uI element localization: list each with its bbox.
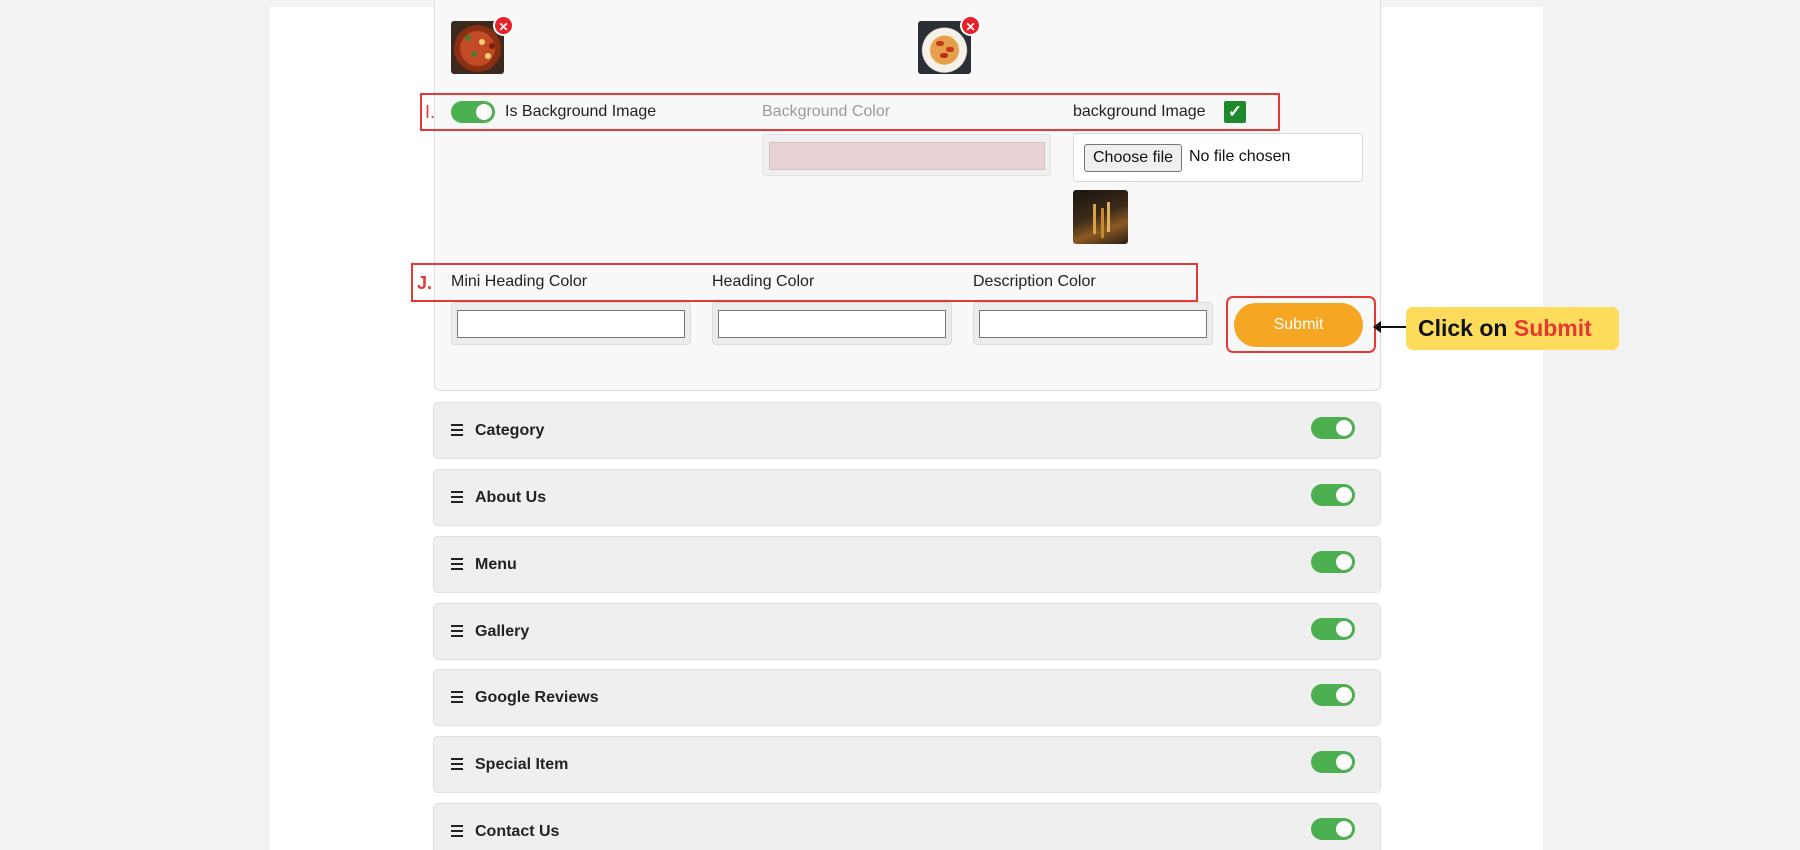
annotation-marker-j: J. (417, 273, 433, 293)
remove-image-icon[interactable]: ✕ (493, 15, 514, 36)
section-toggle[interactable] (1311, 818, 1355, 840)
section-title: About Us (475, 489, 547, 506)
drag-handle-icon[interactable] (451, 423, 464, 437)
description-color-label: Description Color (973, 273, 1096, 290)
choose-file-button[interactable]: Choose file (1084, 144, 1183, 172)
section-toggle[interactable] (1311, 484, 1355, 506)
is-background-image-toggle[interactable] (451, 101, 495, 123)
callout-target: Submit (1513, 315, 1592, 341)
section-toggle[interactable] (1311, 684, 1355, 706)
background-image-label: background Image (1073, 103, 1206, 120)
section-toggle[interactable] (1311, 417, 1355, 439)
description-color-field (973, 302, 1213, 345)
background-image-file-input[interactable]: Choose file No file chosen (1073, 133, 1363, 182)
drag-handle-icon[interactable] (451, 557, 464, 571)
section-category[interactable]: Category (433, 402, 1381, 459)
section-title: Contact Us (475, 823, 560, 840)
remove-image-icon[interactable]: ✕ (960, 15, 981, 36)
file-status-text: No file chosen (1189, 148, 1291, 165)
mini-heading-color-label: Mini Heading Color (451, 273, 588, 290)
callout-arrow-icon (1373, 321, 1408, 333)
section-gallery[interactable]: Gallery (433, 603, 1381, 660)
section-about-us[interactable]: About Us (433, 469, 1381, 526)
section-title: Menu (475, 556, 517, 573)
mini-heading-color-field (451, 302, 691, 345)
heading-color-field (712, 302, 952, 345)
annotation-marker-i: I. (425, 102, 436, 122)
background-color-field[interactable] (762, 134, 1051, 176)
drag-handle-icon[interactable] (451, 824, 464, 838)
section-title: Gallery (475, 623, 530, 640)
heading-color-label: Heading Color (712, 273, 815, 290)
description-color-input[interactable] (979, 310, 1207, 338)
drag-handle-icon[interactable] (451, 690, 464, 704)
drag-handle-icon[interactable] (451, 490, 464, 504)
section-title: Google Reviews (475, 689, 599, 706)
annotation-box-submit (1226, 296, 1376, 353)
checkmark-icon: ✓ (1224, 101, 1246, 123)
background-color-swatch (769, 142, 1045, 170)
section-google-reviews[interactable]: Google Reviews (433, 669, 1381, 726)
section-contact-us[interactable]: Contact Us (433, 803, 1381, 850)
section-toggle[interactable] (1311, 551, 1355, 573)
drag-handle-icon[interactable] (451, 757, 464, 771)
section-menu[interactable]: Menu (433, 536, 1381, 593)
background-image-preview (1073, 190, 1128, 244)
heading-color-input[interactable] (718, 310, 946, 338)
drag-handle-icon[interactable] (451, 624, 464, 638)
callout-prefix: Click on (1418, 315, 1508, 341)
is-background-image-label: Is Background Image (505, 103, 657, 120)
section-toggle[interactable] (1311, 751, 1355, 773)
mini-heading-color-input[interactable] (457, 310, 685, 338)
background-color-label: Background Color (762, 103, 891, 120)
submit-callout: Click on Submit (1406, 307, 1619, 350)
section-title: Special Item (475, 756, 569, 773)
section-title: Category (475, 422, 545, 439)
section-special-item[interactable]: Special Item (433, 736, 1381, 793)
section-toggle[interactable] (1311, 618, 1355, 640)
